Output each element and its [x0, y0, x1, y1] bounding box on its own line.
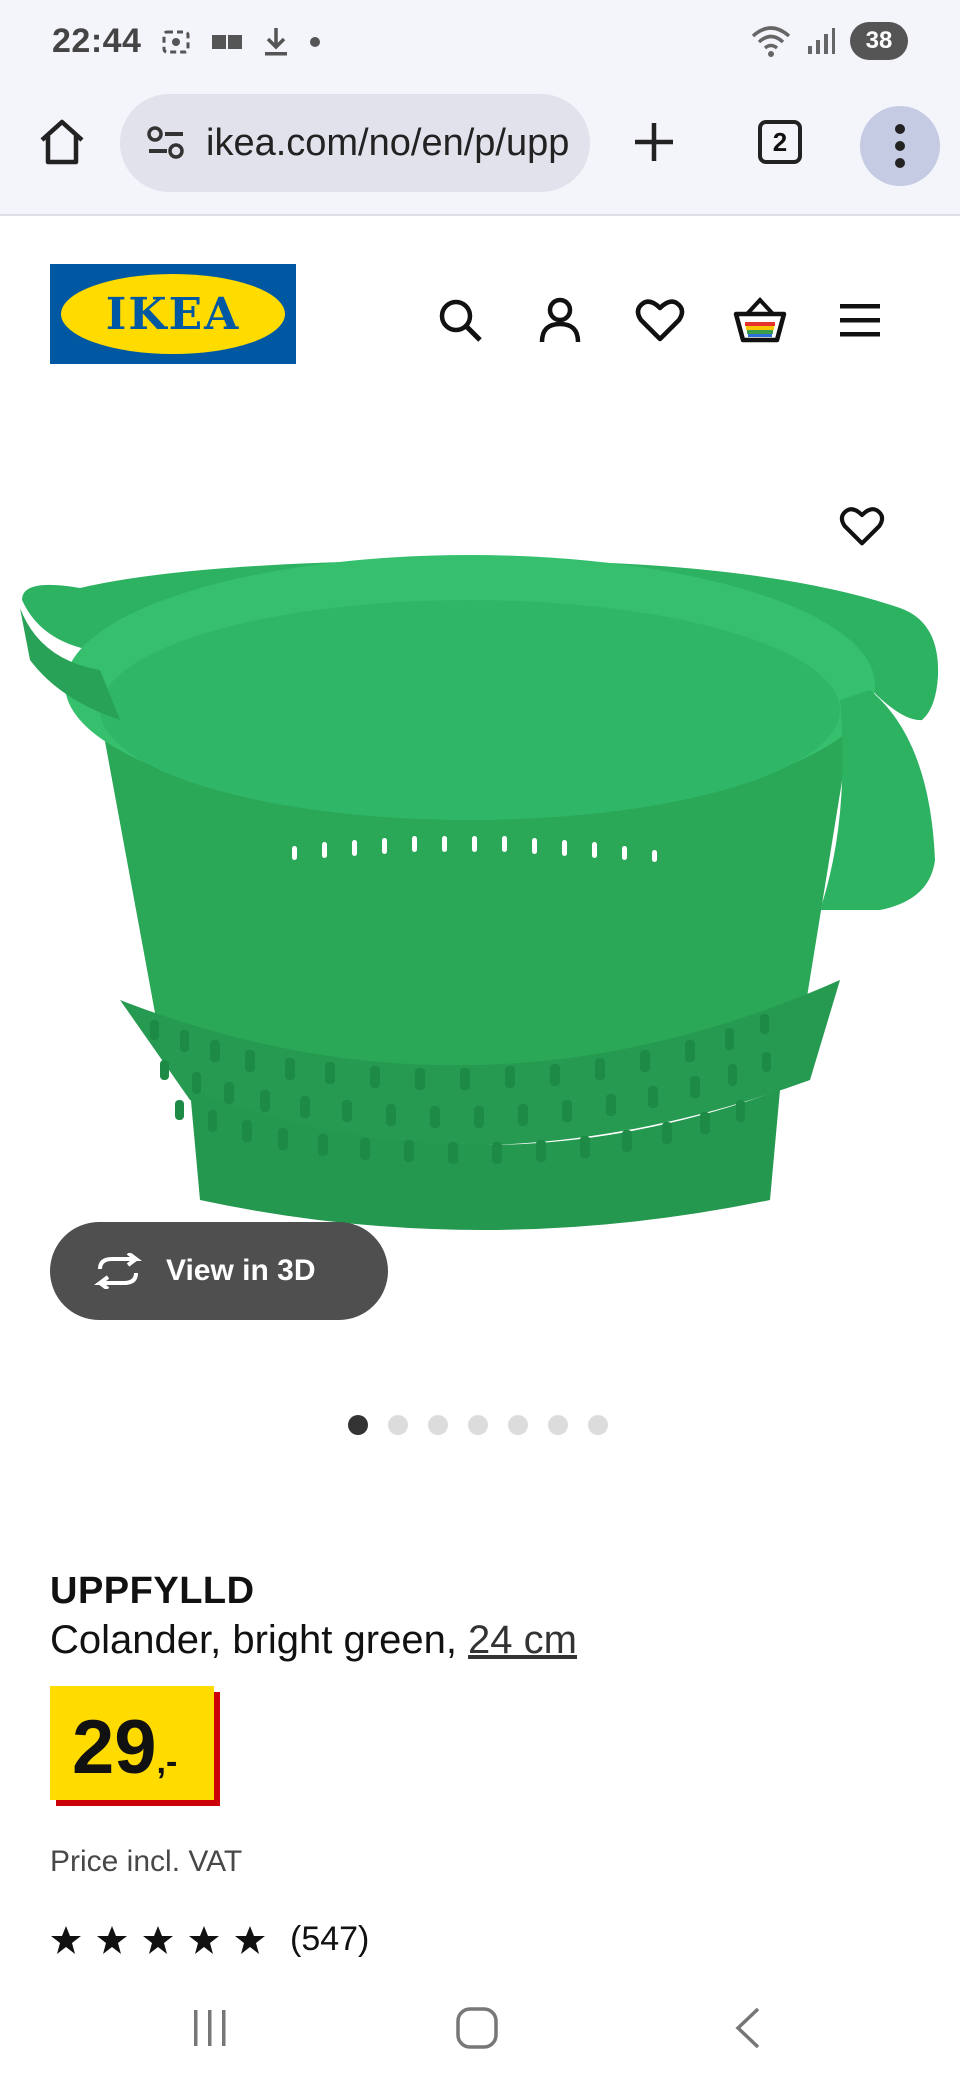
carousel-dot[interactable] — [468, 1415, 488, 1435]
carousel-dot[interactable] — [428, 1415, 448, 1435]
more-vert-icon — [895, 124, 905, 168]
plus-icon — [635, 123, 673, 161]
tab-switcher-button[interactable]: 2 — [748, 110, 812, 174]
site-header: IKEA — [0, 216, 960, 416]
logo-text: IKEA — [105, 288, 241, 340]
cart-button[interactable] — [732, 292, 788, 348]
home-button[interactable] — [30, 110, 94, 174]
colander-illustration — [20, 555, 939, 1230]
carousel-dot[interactable] — [388, 1415, 408, 1435]
shopping-basket-icon — [733, 297, 787, 343]
price-note: Price incl. VAT — [50, 1845, 243, 1878]
star-icon — [97, 1925, 127, 1954]
browser-toolbar: ikea.com/no/en/p/upp 2 — [0, 90, 960, 216]
image-carousel-dots — [348, 1415, 608, 1435]
product-size-link[interactable]: 24 cm — [468, 1618, 577, 1662]
rotate-3d-icon — [94, 1253, 142, 1289]
account-button[interactable] — [532, 292, 588, 348]
recent-apps-button[interactable] — [170, 1996, 250, 2060]
add-to-favourites-button[interactable] — [830, 494, 894, 558]
price-decimal: ,- — [156, 1743, 178, 1781]
new-tab-button[interactable] — [622, 110, 686, 174]
user-icon — [539, 297, 581, 343]
recent-apps-icon — [194, 2010, 226, 2046]
star-icon — [143, 1925, 173, 1954]
review-count: (547) — [290, 1920, 370, 1958]
back-icon — [735, 2007, 760, 2049]
product-description-text: Colander, bright green, — [50, 1618, 469, 1662]
carousel-dot[interactable] — [348, 1415, 368, 1435]
product-description: Colander, bright green, 24 cm — [50, 1618, 577, 1663]
logo-oval: IKEA — [61, 274, 285, 354]
price-tag-main: 29 ,- — [50, 1686, 214, 1800]
ikea-logo[interactable]: IKEA — [50, 264, 296, 364]
main-menu-button[interactable] — [832, 292, 888, 348]
product-image[interactable] — [0, 440, 960, 1320]
signal-icon — [808, 28, 835, 54]
wifi-icon — [751, 26, 791, 57]
status-notification-icons — [160, 26, 322, 58]
home-icon — [40, 119, 84, 165]
product-rating[interactable]: (547) — [50, 1920, 369, 1959]
browser-menu-button[interactable] — [860, 106, 940, 186]
more-notifications-icon — [310, 37, 320, 47]
carousel-dot[interactable] — [548, 1415, 568, 1435]
star-icon — [189, 1925, 219, 1954]
status-bar: 22:44 38 — [0, 0, 960, 90]
download-icon — [265, 28, 287, 56]
tab-count: 2 — [758, 120, 802, 164]
carousel-dot[interactable] — [508, 1415, 528, 1435]
heart-icon — [635, 299, 685, 342]
status-time: 22:44 — [52, 22, 142, 60]
heart-icon — [839, 507, 885, 546]
back-button[interactable] — [708, 1996, 788, 2060]
product-name: UPPFYLLD — [50, 1570, 255, 1612]
status-system-icons: 38 — [750, 22, 908, 60]
price-integer: 29 — [72, 1705, 157, 1790]
site-settings-icon — [147, 126, 184, 159]
search-icon — [439, 299, 482, 342]
view-in-3d-label: View in 3D — [166, 1254, 316, 1287]
carousel-dot[interactable] — [588, 1415, 608, 1435]
system-navigation-bar — [0, 1976, 960, 2080]
search-button[interactable] — [432, 292, 488, 348]
home-nav-icon — [456, 2007, 498, 2049]
url-text: ikea.com/no/en/p/upp — [206, 121, 570, 164]
star-icon — [235, 1925, 265, 1954]
battery-indicator: 38 — [850, 22, 908, 60]
star-icon — [51, 1925, 81, 1954]
home-nav-button[interactable] — [437, 1996, 517, 2060]
view-in-3d-button[interactable]: View in 3D — [50, 1222, 388, 1320]
hamburger-menu-icon — [840, 304, 880, 337]
screenshot-icon — [162, 30, 190, 54]
rating-stars — [50, 1924, 266, 1956]
favourites-button[interactable] — [632, 292, 688, 348]
message-icon — [212, 35, 242, 49]
address-bar[interactable]: ikea.com/no/en/p/upp — [120, 94, 590, 192]
